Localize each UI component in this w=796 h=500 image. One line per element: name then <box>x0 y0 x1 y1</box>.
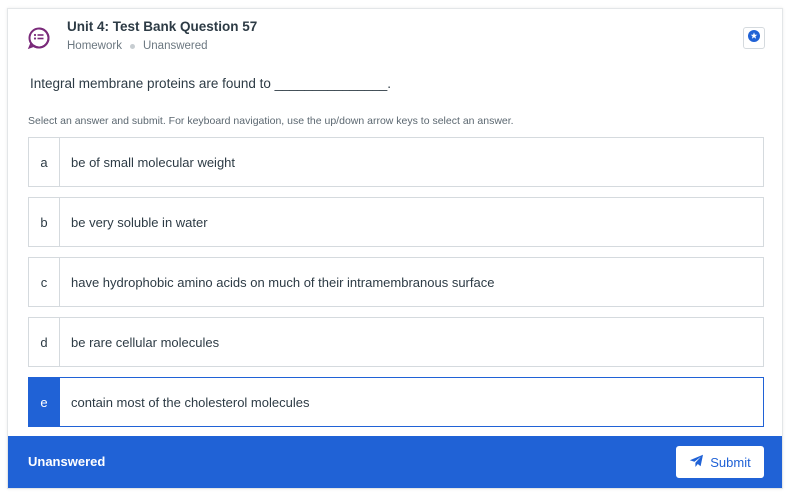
question-card: Unit 4: Test Bank Question 57 Homework U… <box>7 8 783 489</box>
submit-label: Submit <box>710 454 751 470</box>
option-letter: b <box>29 198 60 246</box>
submission-footer: Unanswered Submit <box>8 436 782 488</box>
answer-status: Unanswered <box>142 40 208 52</box>
option-letter: e <box>29 378 60 426</box>
answer-option-e[interactable]: e contain most of the cholesterol molecu… <box>28 377 764 427</box>
option-text: contain most of the cholesterol molecule… <box>71 394 310 410</box>
answer-option-a[interactable]: a be of small molecular weight <box>28 137 764 187</box>
question-header: Unit 4: Test Bank Question 57 Homework U… <box>8 9 782 69</box>
option-letter: c <box>29 258 60 306</box>
option-text: be of small molecular weight <box>71 154 236 170</box>
answer-instructions: Select an answer and submit. For keyboar… <box>28 115 514 127</box>
bookmark-button[interactable] <box>743 27 765 49</box>
option-text: be very soluble in water <box>71 214 208 230</box>
question-list-icon <box>27 26 51 50</box>
assignment-type: Homework <box>67 40 122 52</box>
option-letter: a <box>29 138 60 186</box>
option-text: have hydrophobic amino acids on much of … <box>71 274 495 290</box>
answer-option-c[interactable]: c have hydrophobic amino acids on much o… <box>28 257 764 307</box>
answer-option-b[interactable]: b be very soluble in water <box>28 197 764 247</box>
submit-button[interactable]: Submit <box>676 446 764 478</box>
star-icon <box>748 29 760 47</box>
separator-dot <box>129 43 135 49</box>
footer-status: Unanswered <box>28 454 106 469</box>
answer-option-d[interactable]: d be rare cellular molecules <box>28 317 764 367</box>
question-meta: Homework Unanswered <box>67 40 208 52</box>
paper-plane-icon <box>689 454 704 471</box>
question-prompt: Integral membrane proteins are found to … <box>30 76 392 91</box>
option-letter: d <box>29 318 60 366</box>
question-title: Unit 4: Test Bank Question 57 <box>67 19 258 34</box>
option-text: be rare cellular molecules <box>71 334 220 350</box>
